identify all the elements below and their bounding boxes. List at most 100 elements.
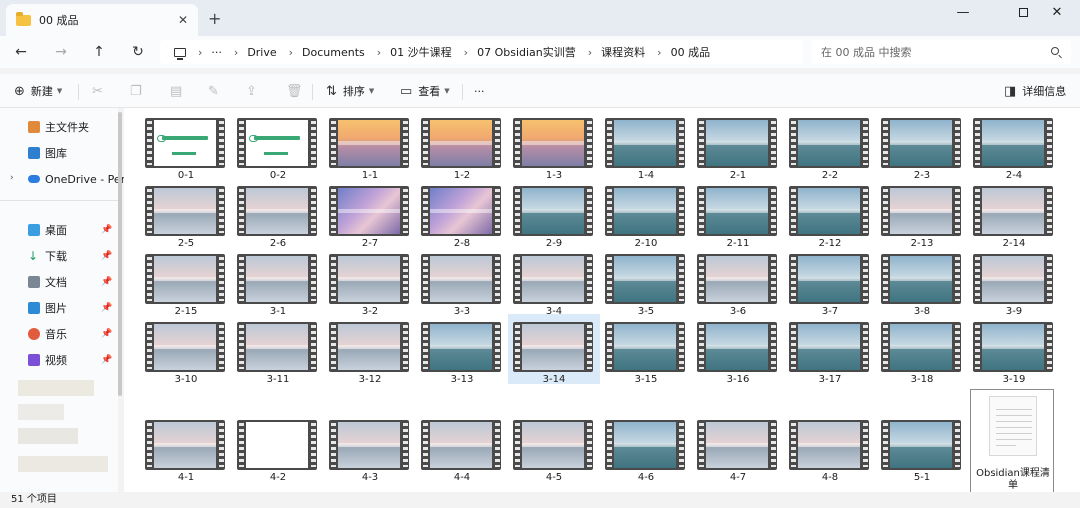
- file-item[interactable]: 1-2: [416, 110, 508, 181]
- up-button[interactable]: ↑: [88, 41, 110, 63]
- file-item[interactable]: 3-13: [416, 314, 508, 385]
- file-item[interactable]: 4-7: [692, 412, 784, 483]
- breadcrumb-drive[interactable]: Drive: [247, 46, 276, 59]
- file-item[interactable]: 3-15: [600, 314, 692, 385]
- cut-button[interactable]: ✂: [92, 82, 109, 100]
- file-item[interactable]: 4-2: [232, 412, 324, 483]
- sidebar-item-downloads[interactable]: ↓ 下载: [28, 247, 67, 265]
- delete-button[interactable]: 🗑: [286, 82, 309, 100]
- file-item[interactable]: 4-1: [140, 412, 232, 483]
- file-item[interactable]: 3-12: [324, 314, 416, 385]
- video-thumbnail: [605, 254, 685, 304]
- file-item[interactable]: 3-2: [324, 246, 416, 317]
- file-item[interactable]: 3-1: [232, 246, 324, 317]
- file-item[interactable]: 3-3: [416, 246, 508, 317]
- paste-button[interactable]: ▤: [170, 82, 188, 100]
- file-item[interactable]: 0-1: [140, 110, 232, 181]
- sidebar-item-gallery[interactable]: 图库: [28, 144, 67, 162]
- breadcrumb-documents[interactable]: Documents: [302, 46, 365, 59]
- more-options-button[interactable]: ···: [474, 82, 485, 100]
- close-window-button[interactable]: ✕: [1034, 0, 1080, 24]
- file-item[interactable]: 3-8: [876, 246, 968, 317]
- file-item[interactable]: 3-11: [232, 314, 324, 385]
- video-thumbnail: [881, 322, 961, 372]
- file-item[interactable]: 4-3: [324, 412, 416, 483]
- sidebar-item-onedrive[interactable]: OneDrive - Per: [28, 170, 125, 188]
- breadcrumb-materials[interactable]: 课程资料: [601, 44, 645, 60]
- file-item[interactable]: 1-4: [600, 110, 692, 181]
- file-name: Obsidian课程清单: [976, 468, 1050, 491]
- file-item[interactable]: 0-2: [232, 110, 324, 181]
- sidebar-item-documents[interactable]: 文档: [28, 273, 67, 291]
- file-item[interactable]: 2-4: [968, 110, 1060, 181]
- file-item[interactable]: 2-7: [324, 178, 416, 249]
- file-item[interactable]: 5-1: [876, 412, 968, 483]
- sidebar-scrollbar[interactable]: [118, 112, 122, 396]
- sort-button[interactable]: ⇅ 排序 ▼: [326, 82, 374, 100]
- file-item[interactable]: 4-5: [508, 412, 600, 483]
- sidebar-item-music[interactable]: 音乐: [28, 325, 67, 343]
- file-item[interactable]: 2-10: [600, 178, 692, 249]
- share-button[interactable]: ⇪: [246, 82, 263, 100]
- file-item[interactable]: 1-1: [324, 110, 416, 181]
- rename-button[interactable]: ✎: [208, 82, 225, 100]
- forward-button[interactable]: →: [50, 41, 72, 63]
- file-item[interactable]: 2-5: [140, 178, 232, 249]
- file-item[interactable]: 3-16: [692, 314, 784, 385]
- file-item[interactable]: 2-9: [508, 178, 600, 249]
- new-tab-button[interactable]: +: [208, 9, 221, 28]
- sidebar-item-videos[interactable]: 视频: [28, 351, 67, 369]
- expand-chevron-icon[interactable]: ›: [10, 173, 14, 183]
- sidebar-item-label: 文档: [45, 276, 67, 289]
- new-button[interactable]: ⊕ 新建 ▼: [14, 82, 62, 100]
- search-input[interactable]: 在 00 成品 中搜索: [811, 40, 1071, 64]
- file-item[interactable]: 3-10: [140, 314, 232, 385]
- file-item[interactable]: 2-14: [968, 178, 1060, 249]
- close-tab-icon[interactable]: ✕: [172, 13, 194, 27]
- file-item[interactable]: 2-8: [416, 178, 508, 249]
- file-item[interactable]: 3-18: [876, 314, 968, 385]
- file-item[interactable]: 2-3: [876, 110, 968, 181]
- breadcrumb-obsidian[interactable]: 07 Obsidian实训营: [477, 44, 576, 60]
- video-thumbnail: [789, 322, 869, 372]
- address-bar[interactable]: › ··· › Drive › Documents › 01 沙牛课程 › 07…: [160, 40, 803, 64]
- breadcrumb-more[interactable]: ···: [211, 46, 222, 59]
- file-item[interactable]: 3-9: [968, 246, 1060, 317]
- chevron-right-icon: ›: [376, 45, 382, 59]
- file-item[interactable]: 4-4: [416, 412, 508, 483]
- breadcrumb-current[interactable]: 00 成品: [671, 44, 711, 60]
- file-item[interactable]: 3-4: [508, 246, 600, 317]
- file-item[interactable]: 2-15: [140, 246, 232, 317]
- back-button[interactable]: ←: [10, 41, 32, 63]
- file-item[interactable]: 3-17: [784, 314, 876, 385]
- video-thumbnail: [789, 118, 869, 168]
- file-item[interactable]: 2-11: [692, 178, 784, 249]
- copy-button[interactable]: ❐: [130, 82, 148, 100]
- file-item[interactable]: 3-6: [692, 246, 784, 317]
- file-item[interactable]: 3-14: [508, 314, 600, 385]
- minimize-button[interactable]: —: [940, 0, 986, 24]
- video-thumbnail: [605, 420, 685, 470]
- file-item[interactable]: 3-7: [784, 246, 876, 317]
- file-item[interactable]: 3-19: [968, 314, 1060, 385]
- sidebar-item-desktop[interactable]: 桌面: [28, 221, 67, 239]
- video-thumbnail: [881, 420, 961, 470]
- details-pane-button[interactable]: ◨ 详细信息: [1004, 82, 1066, 100]
- file-item[interactable]: 4-6: [600, 412, 692, 483]
- sidebar-item-home[interactable]: 主文件夹: [28, 118, 89, 136]
- file-item-document[interactable]: Obsidian课程清单: [970, 389, 1054, 493]
- view-button[interactable]: ▭ 查看 ▼: [400, 82, 450, 100]
- breadcrumb-course[interactable]: 01 沙牛课程: [390, 44, 452, 60]
- file-item[interactable]: 2-12: [784, 178, 876, 249]
- file-item[interactable]: 2-2: [784, 110, 876, 181]
- file-item[interactable]: 1-3: [508, 110, 600, 181]
- file-item[interactable]: 2-13: [876, 178, 968, 249]
- file-item[interactable]: 3-5: [600, 246, 692, 317]
- file-item[interactable]: 2-6: [232, 178, 324, 249]
- sidebar-item-pictures[interactable]: 图片: [28, 299, 67, 317]
- refresh-button[interactable]: ↻: [127, 41, 149, 63]
- status-bar: 51 个项目: [0, 492, 1080, 508]
- file-item[interactable]: 4-8: [784, 412, 876, 483]
- tab-active[interactable]: 00 成品 ✕: [6, 4, 198, 36]
- file-item[interactable]: 2-1: [692, 110, 784, 181]
